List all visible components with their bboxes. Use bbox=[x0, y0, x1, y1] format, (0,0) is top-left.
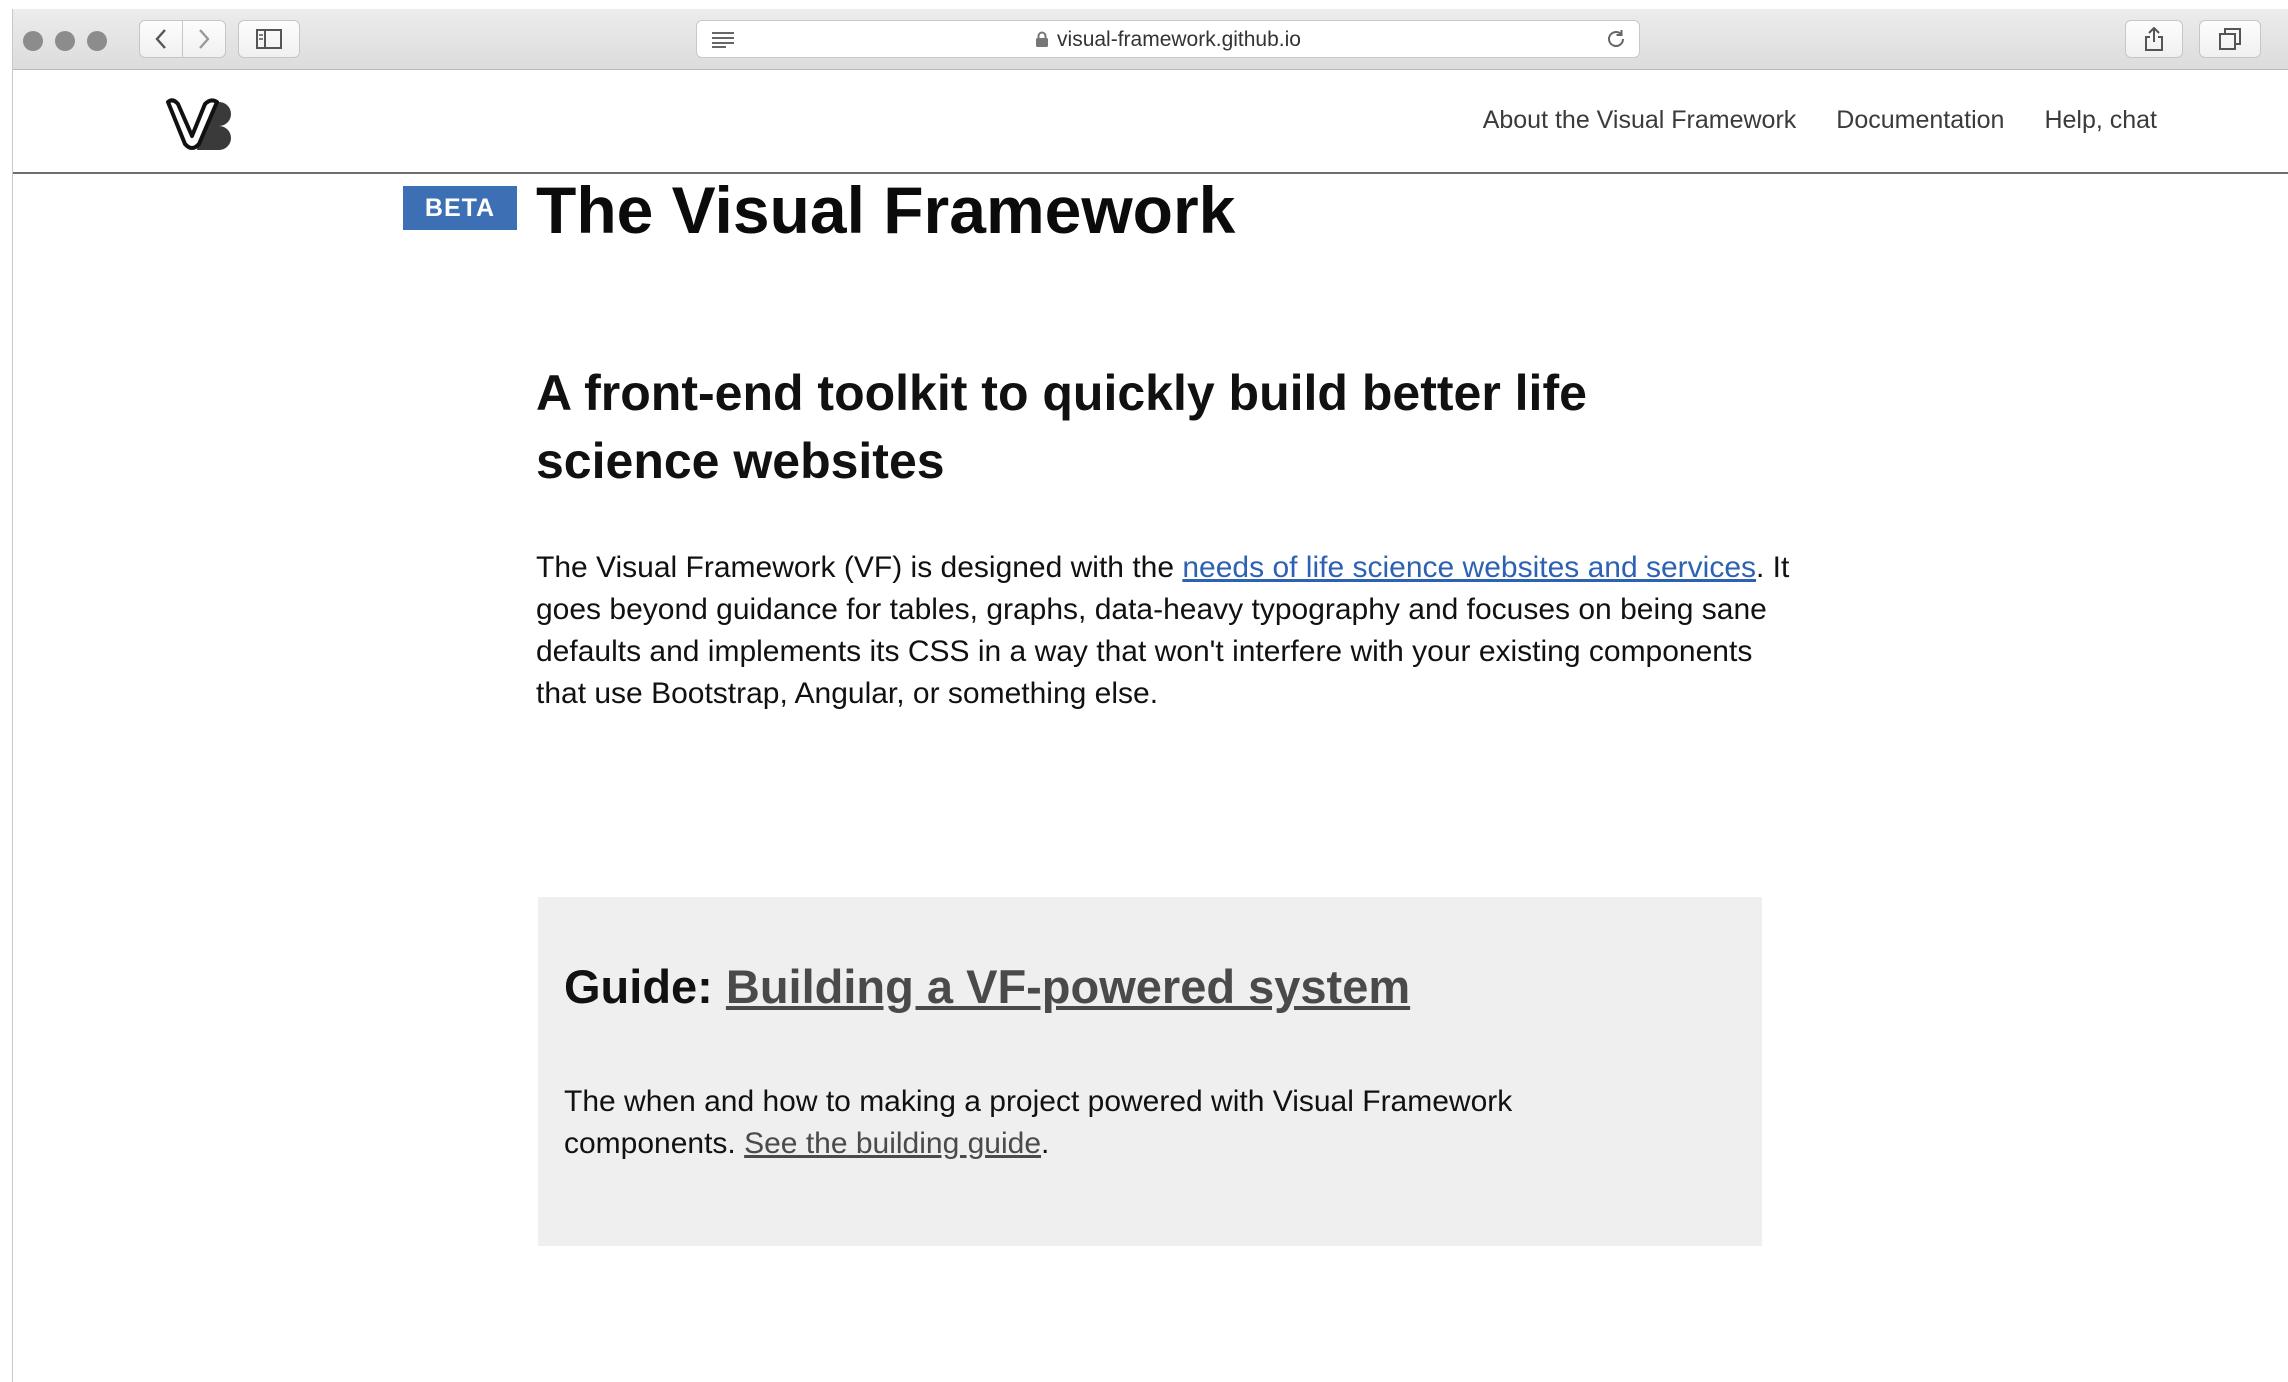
nav-documentation[interactable]: Documentation bbox=[1836, 106, 2004, 135]
intro-heading: A front-end toolkit to quickly build bet… bbox=[536, 365, 1587, 489]
url-display: visual-framework.github.io bbox=[697, 21, 1639, 59]
guide-title-link[interactable]: Building a VF-powered system bbox=[726, 960, 1410, 1013]
nav-help-chat[interactable]: Help, chat bbox=[2044, 106, 2157, 135]
tabs-icon bbox=[2219, 28, 2241, 50]
vf-logo[interactable] bbox=[165, 96, 235, 150]
sidebar-icon bbox=[256, 29, 282, 49]
url-text: visual-framework.github.io bbox=[1057, 28, 1301, 51]
tabs-button[interactable] bbox=[2199, 20, 2261, 58]
back-button[interactable] bbox=[139, 20, 183, 58]
beta-badge: BETA bbox=[403, 186, 517, 230]
minimize-window-button[interactable] bbox=[55, 31, 75, 51]
main-nav: About the Visual Framework Documentation… bbox=[1483, 70, 2157, 170]
zoom-window-button[interactable] bbox=[87, 31, 107, 51]
lock-icon bbox=[1035, 23, 1049, 61]
forward-button[interactable] bbox=[182, 20, 226, 58]
sidebar-button[interactable] bbox=[238, 20, 300, 58]
intro-paragraph: The Visual Framework (VF) is designed wi… bbox=[536, 547, 1796, 715]
reload-icon[interactable] bbox=[1605, 28, 1627, 55]
address-bar[interactable]: visual-framework.github.io bbox=[696, 20, 1640, 58]
building-guide-link[interactable]: See the building guide bbox=[744, 1127, 1041, 1160]
page-title: The Visual Framework bbox=[536, 173, 1236, 247]
guide-end: . bbox=[1041, 1127, 1050, 1160]
intro-text-before: The Visual Framework (VF) is designed wi… bbox=[536, 551, 1183, 584]
guide-title: Guide: Building a VF-powered system bbox=[564, 955, 1410, 1019]
share-icon bbox=[2145, 27, 2163, 51]
needs-link[interactable]: needs of life science websites and servi… bbox=[1182, 551, 1756, 584]
guide-label: Guide: bbox=[564, 960, 726, 1013]
back-icon bbox=[155, 29, 166, 49]
forward-icon bbox=[199, 29, 210, 49]
browser-toolbar: visual-framework.github.io bbox=[13, 9, 2288, 70]
nav-about[interactable]: About the Visual Framework bbox=[1483, 106, 1797, 135]
share-button[interactable] bbox=[2125, 20, 2183, 58]
close-window-button[interactable] bbox=[23, 31, 43, 51]
guide-card: Guide: Building a VF-powered system The … bbox=[538, 897, 1762, 1246]
guide-description: The when and how to making a project pow… bbox=[564, 1081, 1564, 1165]
site-header: About the Visual Framework Documentation… bbox=[13, 70, 2288, 174]
